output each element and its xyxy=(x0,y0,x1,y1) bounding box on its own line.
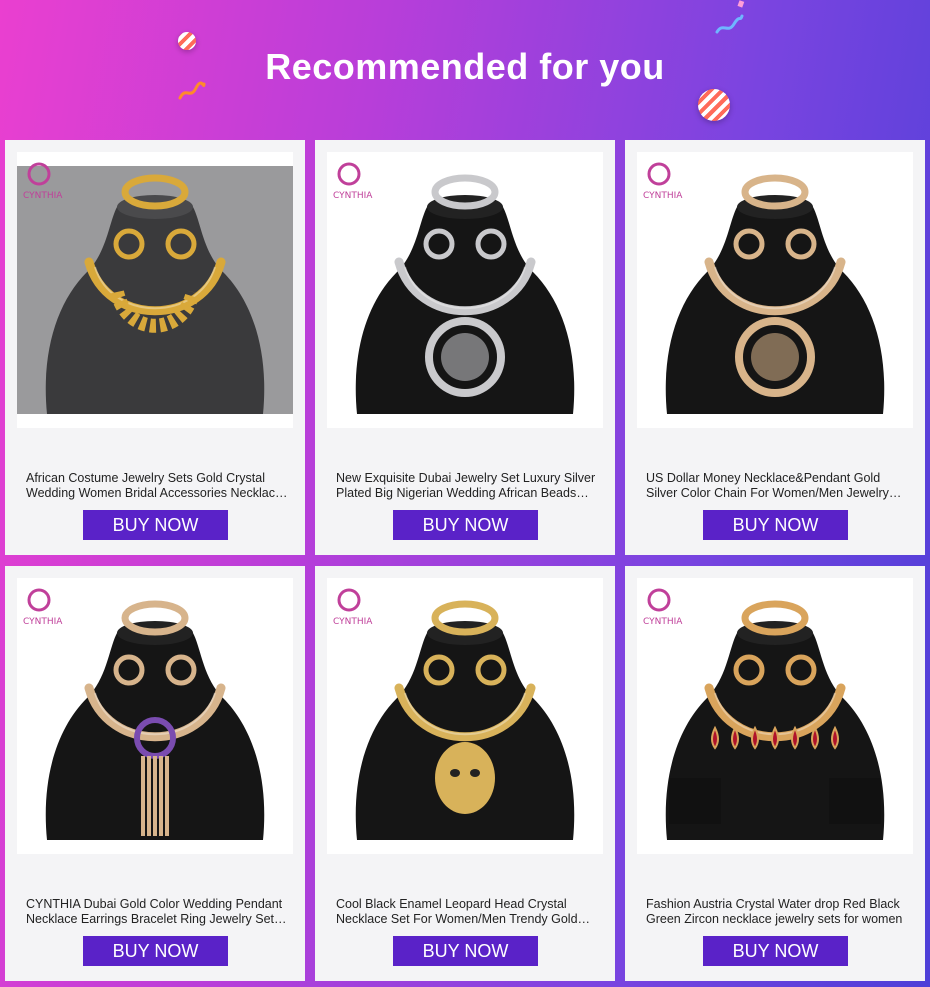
product-card[interactable]: CYNTHIA CYNTHIA Dubai Gold Color Wedding… xyxy=(5,566,305,981)
banner: Recommended for you xyxy=(0,0,930,140)
svg-text:CYNTHIA: CYNTHIA xyxy=(643,191,683,201)
svg-text:CYNTHIA: CYNTHIA xyxy=(333,617,373,627)
svg-text:CYNTHIA: CYNTHIA xyxy=(23,617,63,627)
product-name[interactable]: African Costume Jewelry Sets Gold Crysta… xyxy=(26,471,288,501)
product-name[interactable]: US Dollar Money Necklace&Pendant Gold Si… xyxy=(646,471,908,501)
product-card[interactable]: CYNTHIA US Dollar Money Necklace&Pendant… xyxy=(625,140,925,555)
jewelry-illustration: CYNTHIA xyxy=(637,578,913,854)
product-image[interactable]: CYNTHIA xyxy=(327,152,603,428)
jewelry-illustration: CYNTHIA xyxy=(637,152,913,428)
jewelry-illustration: CYNTHIA xyxy=(17,152,293,428)
product-image[interactable]: CYNTHIA xyxy=(327,578,603,854)
buy-now-button[interactable]: BUY NOW xyxy=(393,936,538,966)
product-card[interactable]: CYNTHIA New Exquisite Dubai Jewelry Set … xyxy=(315,140,615,555)
svg-text:CYNTHIA: CYNTHIA xyxy=(23,191,63,201)
product-image[interactable]: CYNTHIA xyxy=(17,152,293,428)
streamer-icon xyxy=(715,14,744,34)
product-card[interactable]: CYNTHIA Fashion Austria Crystal Water dr… xyxy=(625,566,925,981)
buy-now-button[interactable]: BUY NOW xyxy=(393,510,538,540)
striped-ball-icon xyxy=(698,89,730,121)
buy-now-button[interactable]: BUY NOW xyxy=(83,510,228,540)
page-title: Recommended for you xyxy=(265,46,665,87)
jewelry-illustration: CYNTHIA xyxy=(17,578,293,854)
svg-text:CYNTHIA: CYNTHIA xyxy=(333,191,373,201)
buy-now-button[interactable]: BUY NOW xyxy=(703,936,848,966)
confetti-icon xyxy=(737,0,745,8)
product-name[interactable]: Fashion Austria Crystal Water drop Red B… xyxy=(646,897,908,927)
buy-now-button[interactable]: BUY NOW xyxy=(703,510,848,540)
product-card[interactable]: CYNTHIA Cool Black Enamel Leopard Head C… xyxy=(315,566,615,981)
buy-now-button[interactable]: BUY NOW xyxy=(83,936,228,966)
product-image[interactable]: CYNTHIA xyxy=(17,578,293,854)
product-name[interactable]: New Exquisite Dubai Jewelry Set Luxury S… xyxy=(336,471,598,501)
product-image[interactable]: CYNTHIA xyxy=(637,578,913,854)
jewelry-illustration: CYNTHIA xyxy=(327,578,603,854)
svg-text:CYNTHIA: CYNTHIA xyxy=(643,617,683,627)
product-name[interactable]: Cool Black Enamel Leopard Head Crystal N… xyxy=(336,897,598,927)
product-image[interactable]: CYNTHIA xyxy=(637,152,913,428)
product-name[interactable]: CYNTHIA Dubai Gold Color Wedding Pendant… xyxy=(26,897,288,927)
jewelry-illustration: CYNTHIA xyxy=(327,152,603,428)
product-card[interactable]: CYNTHIA African Costume Jewelry Sets Gol… xyxy=(5,140,305,555)
pendant-shape xyxy=(435,742,495,814)
